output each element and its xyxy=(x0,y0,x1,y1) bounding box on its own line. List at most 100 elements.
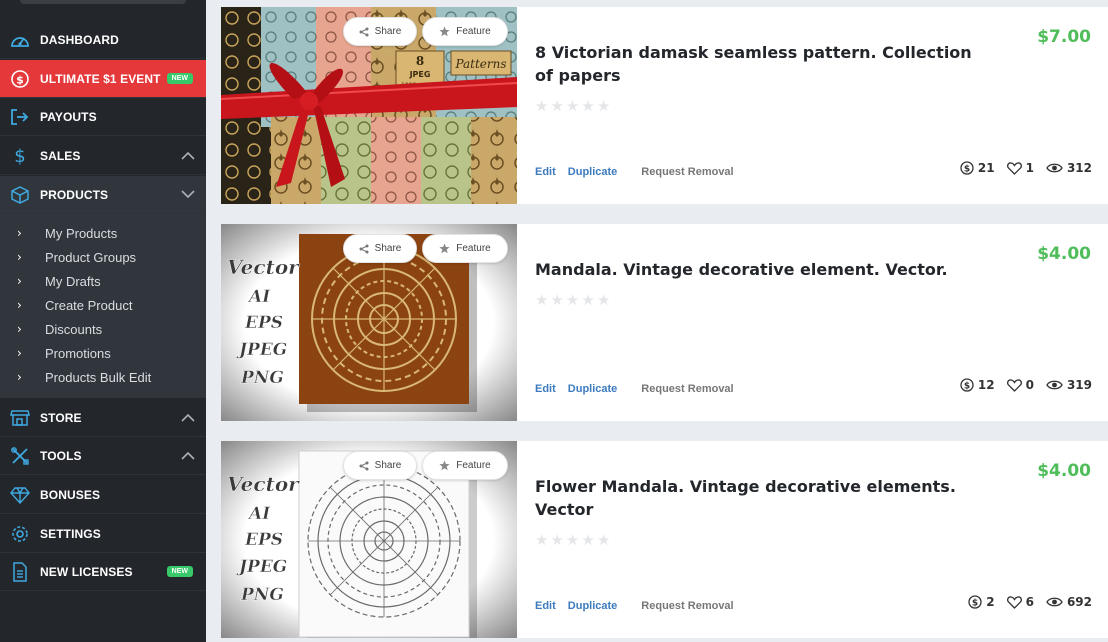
share-button[interactable]: Share xyxy=(343,17,417,46)
thumb-vector: Vector xyxy=(227,472,300,496)
chevron-up-icon[interactable] xyxy=(170,151,206,160)
document-icon xyxy=(0,561,40,582)
submenu-item-create-product[interactable]: › Create Product xyxy=(0,293,206,317)
submenu-item-products-bulk-edit[interactable]: › Products Bulk Edit xyxy=(0,365,206,389)
share-button[interactable]: Share xyxy=(343,451,417,480)
sidebar-item-settings[interactable]: SETTINGS xyxy=(0,515,206,553)
sidebar-item-payouts[interactable]: PAYOUTS xyxy=(0,98,206,136)
feature-button[interactable]: Feature xyxy=(422,234,508,263)
chevron-right-icon: › xyxy=(17,346,22,360)
thumb-ai: AI xyxy=(247,287,271,307)
edit-link[interactable]: Edit xyxy=(535,383,556,395)
chevron-right-icon: › xyxy=(17,298,22,312)
chevron-up-icon[interactable] xyxy=(170,451,206,460)
heart-icon xyxy=(1006,378,1022,392)
duplicate-link[interactable]: Duplicate xyxy=(568,383,618,395)
thumb-png: PNG xyxy=(240,585,284,605)
eye-icon xyxy=(1046,163,1063,173)
feature-button[interactable]: Feature xyxy=(422,451,508,480)
share-button[interactable]: Share xyxy=(343,234,417,263)
sidebar-item-ultimate-event[interactable]: $ ULTIMATE $1 EVENT NEW xyxy=(0,60,206,98)
products-submenu: › My Products › Product Groups › My Drafts … xyxy=(0,214,206,398)
sidebar-item-label: STORE xyxy=(40,410,82,425)
chevron-right-icon: › xyxy=(17,226,22,240)
heart-icon xyxy=(1006,595,1022,609)
submenu-item-my-drafts[interactable]: › My Drafts xyxy=(0,269,206,293)
product-thumbnail[interactable]: Vector AI EPS JPEG PNG Share Feature xyxy=(221,224,517,421)
star-icon: ★ xyxy=(535,291,549,309)
product-card: Vector AI EPS JPEG PNG Share Feature Flo… xyxy=(221,441,1108,638)
submenu-item-product-groups[interactable]: › Product Groups xyxy=(0,245,206,269)
dollar-circle-icon: $ xyxy=(968,595,982,609)
star-icon: ★ xyxy=(535,97,549,115)
rating-stars: ★ ★ ★ ★ ★ xyxy=(535,291,610,309)
duplicate-link[interactable]: Duplicate xyxy=(568,600,618,612)
product-price: $7.00 xyxy=(1037,27,1091,47)
star-icon: ★ xyxy=(596,291,611,309)
sidebar-item-label: PRODUCTS xyxy=(40,187,109,202)
dollar-icon: $ xyxy=(0,146,40,166)
thumb-jpeg: JPEG xyxy=(236,557,287,577)
svg-text:$: $ xyxy=(964,165,970,175)
product-card: 8 JPEG 1000 x 1000 Patterns Share Featur… xyxy=(221,7,1108,204)
product-thumbnail[interactable]: Vector AI EPS JPEG PNG Share Feature xyxy=(221,441,517,638)
star-icon: ★ xyxy=(565,97,580,115)
sidebar-item-label: ULTIMATE $1 EVENT xyxy=(40,71,161,86)
chevron-right-icon: › xyxy=(17,322,22,336)
views-count: 312 xyxy=(1066,161,1092,175)
product-thumbnail[interactable]: 8 JPEG 1000 x 1000 Patterns Share Featur… xyxy=(221,7,517,204)
thumb-word: Patterns xyxy=(454,57,506,71)
sidebar-item-store[interactable]: STORE xyxy=(0,399,206,437)
search-input[interactable] xyxy=(20,0,186,4)
speedometer-icon xyxy=(0,32,40,48)
star-icon xyxy=(439,243,450,254)
request-removal-link[interactable]: Request Removal xyxy=(641,600,733,612)
rating-stars: ★ ★ ★ ★ ★ xyxy=(535,531,610,549)
svg-text:$: $ xyxy=(14,146,25,166)
duplicate-link[interactable]: Duplicate xyxy=(568,166,618,178)
edit-link[interactable]: Edit xyxy=(535,600,556,612)
sidebar-item-label: NEW LICENSES xyxy=(40,564,133,579)
submenu-item-discounts[interactable]: › Discounts xyxy=(0,317,206,341)
share-label: Share xyxy=(374,26,402,37)
chevron-right-icon: › xyxy=(17,370,22,384)
share-label: Share xyxy=(374,460,402,471)
chevron-down-icon[interactable] xyxy=(170,190,206,199)
star-icon: ★ xyxy=(550,291,564,309)
sidebar-item-dashboard[interactable]: DASHBOARD xyxy=(0,21,206,59)
thumb-eps: EPS xyxy=(244,313,283,333)
request-removal-link[interactable]: Request Removal xyxy=(641,166,733,178)
likes-count: 1 xyxy=(1025,161,1034,175)
product-card: Vector AI EPS JPEG PNG Share Feature Man… xyxy=(221,224,1108,421)
product-title[interactable]: Flower Mandala. Vintage decorative eleme… xyxy=(535,475,975,521)
sidebar-item-tools[interactable]: TOOLS xyxy=(0,437,206,475)
product-stats: $12 0 319 xyxy=(952,378,1092,392)
star-icon xyxy=(439,460,450,471)
star-icon: ★ xyxy=(581,291,595,309)
product-title[interactable]: Mandala. Vintage decorative element. Vec… xyxy=(535,258,975,281)
sales-count: 21 xyxy=(977,161,995,175)
sidebar-item-new-licenses[interactable]: NEW LICENSES NEW xyxy=(0,553,206,591)
store-icon xyxy=(0,409,40,427)
dollar-circle-icon: $ xyxy=(960,161,974,175)
share-label: Share xyxy=(374,243,402,254)
sidebar-item-sales[interactable]: $ SALES xyxy=(0,137,206,175)
thumb-jpeg: JPEG xyxy=(236,340,287,360)
product-price: $4.00 xyxy=(1037,461,1091,481)
thumb-format: JPEG xyxy=(409,70,431,79)
star-icon: ★ xyxy=(596,97,611,115)
box-icon xyxy=(0,185,40,205)
thumb-number: 8 xyxy=(416,54,424,68)
views-count: 692 xyxy=(1066,595,1092,609)
feature-button[interactable]: Feature xyxy=(422,17,508,46)
edit-link[interactable]: Edit xyxy=(535,166,556,178)
submenu-item-my-products[interactable]: › My Products xyxy=(0,221,206,245)
sidebar-item-bonuses[interactable]: BONUSES xyxy=(0,476,206,514)
submenu-item-promotions[interactable]: › Promotions xyxy=(0,341,206,365)
sales-count: 2 xyxy=(986,595,995,609)
product-title[interactable]: 8 Victorian damask seamless pattern. Col… xyxy=(535,41,975,87)
request-removal-link[interactable]: Request Removal xyxy=(641,383,733,395)
feature-label: Feature xyxy=(456,243,491,254)
sidebar-item-products[interactable]: PRODUCTS xyxy=(0,176,206,214)
chevron-up-icon[interactable] xyxy=(170,413,206,422)
